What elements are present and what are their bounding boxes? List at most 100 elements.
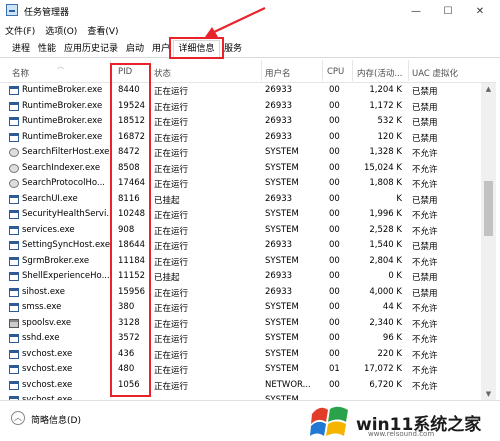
cell-uac: 不允许 <box>412 366 438 376</box>
cell-name: SearchIndexer.exe <box>22 162 101 173</box>
table-row[interactable]: RuntimeBroker.exe 16872 正在运行 26933 00 120 K 已禁… <box>0 130 496 146</box>
window-process-icon <box>9 225 19 235</box>
menu-bar: 文件(F) 选项(O) 查看(V) <box>0 22 500 39</box>
cell-memory: 220 K <box>377 348 403 359</box>
cell-memory: 2,340 K <box>369 317 402 328</box>
table-row[interactable]: SearchIndexer.exe 8508 正在运行 SYSTEM 00 15,024 … <box>0 161 496 177</box>
cell-status: 正在运行 <box>154 288 189 299</box>
cell-username: SYSTEM <box>265 178 299 188</box>
cell-username: NETWOR... <box>265 379 311 390</box>
cell-cpu: 00 <box>329 131 340 142</box>
tab-startup[interactable]: 启动 <box>123 41 147 57</box>
cell-cpu: 00 <box>329 271 340 281</box>
cell-name: ShellExperienceHo... <box>22 271 110 281</box>
window-process-icon <box>9 272 19 281</box>
vertical-scrollbar[interactable]: ▲ ▼ <box>481 83 496 400</box>
tab-performance[interactable]: 性能 <box>35 41 59 57</box>
collapse-icon[interactable]: ︿ <box>11 411 25 425</box>
cell-name: sshd.exe <box>22 333 60 343</box>
table-row[interactable]: svchost.exe 480 正在运行 SYSTEM 01 17,072 K 不允许 <box>0 362 496 378</box>
table-row[interactable]: SearchUI.exe 8116 已挂起 26933 00 K 已禁用 <box>0 192 496 208</box>
menu-options[interactable]: 选项(O) <box>40 24 82 37</box>
tab-bar: 进程 性能 应用历史记录 启动 用户 详细信息 服务 <box>0 39 500 58</box>
column-header-username[interactable]: 用户名 <box>265 67 291 79</box>
column-divider[interactable] <box>408 60 409 81</box>
column-header-status[interactable]: 状态 <box>154 67 171 79</box>
menu-file[interactable]: 文件(F) <box>0 24 40 37</box>
close-icon[interactable]: ✕ <box>464 0 496 22</box>
cell-username: 26933 <box>265 286 293 297</box>
cell-memory: 1,996 K <box>369 209 402 219</box>
column-header-uac[interactable]: UAC 虚拟化 <box>412 67 458 79</box>
minimize-icon[interactable]: — <box>400 0 432 22</box>
table-row[interactable]: spoolsv.exe 3128 正在运行 SYSTEM 00 2,340 K 不允许 <box>0 316 496 332</box>
cell-name: SettingSyncHost.exe <box>22 240 110 250</box>
table-row[interactable]: sihost.exe 15956 正在运行 26933 00 4,000 K 已禁用 <box>0 285 496 301</box>
cell-cpu: 00 <box>329 348 340 359</box>
table-row[interactable]: RuntimeBroker.exe 19524 正在运行 26933 00 1,172 K… <box>0 99 496 115</box>
scroll-up-icon[interactable]: ▲ <box>481 83 496 95</box>
cell-username: 26933 <box>265 85 293 95</box>
cell-uac: 已禁用 <box>412 288 438 299</box>
window-title: 任务管理器 <box>24 8 70 18</box>
cell-uac: 不允许 <box>412 350 438 361</box>
cell-status: 正在运行 <box>154 180 189 190</box>
column-divider[interactable] <box>352 60 353 81</box>
window-process-icon <box>9 365 19 374</box>
cell-memory: 1,808 K <box>369 178 402 188</box>
column-header-name[interactable]: 名称 <box>12 67 29 79</box>
cell-cpu: 00 <box>329 333 340 343</box>
cell-status: 正在运行 <box>154 335 189 345</box>
maximize-icon[interactable]: ☐ <box>432 0 464 22</box>
cell-memory: 1,540 K <box>369 240 402 250</box>
cell-uac: 已禁用 <box>412 118 438 128</box>
cell-username: 26933 <box>265 271 293 281</box>
cell-memory: 1,204 K <box>369 85 402 95</box>
table-row[interactable]: sshd.exe 3572 正在运行 SYSTEM 00 96 K 不允许 <box>0 331 496 347</box>
tab-services[interactable]: 服务 <box>222 41 244 57</box>
column-header-cpu[interactable]: CPU <box>327 67 344 77</box>
table-row[interactable]: svchost.exe 1056 正在运行 NETWOR... 00 6,720 K 不允许 <box>0 378 496 394</box>
table-row[interactable]: ShellExperienceHo... 11152 已挂起 26933 00 0 K 已禁… <box>0 269 496 285</box>
cell-username: SYSTEM <box>265 348 299 359</box>
menu-view[interactable]: 查看(V) <box>82 24 123 37</box>
table-row[interactable]: SearchProtocolHo... 17464 正在运行 SYSTEM 00 1,80… <box>0 176 496 192</box>
cell-uac: 已禁用 <box>412 102 438 113</box>
cell-memory: 532 K <box>377 116 403 126</box>
gear-process-icon <box>9 179 19 188</box>
column-header-memory[interactable]: 内存(活动... <box>357 67 402 79</box>
cell-uac: 不允许 <box>412 335 438 345</box>
table-row[interactable]: SearchFilterHost.exe 8472 正在运行 SYSTEM 00 1,32… <box>0 145 496 161</box>
table-row[interactable]: svchost.exe 436 正在运行 SYSTEM 00 220 K 不允许 <box>0 347 496 363</box>
cell-cpu: 00 <box>329 240 340 250</box>
cell-name: RuntimeBroker.exe <box>22 85 103 95</box>
table-row[interactable]: services.exe 908 正在运行 SYSTEM 00 2,528 K 不允许 <box>0 223 496 239</box>
cell-uac: 已禁用 <box>412 273 438 283</box>
column-divider[interactable] <box>322 60 323 81</box>
window-process-icon <box>9 287 19 297</box>
cell-name: RuntimeBroker.exe <box>22 131 103 142</box>
tab-app-history[interactable]: 应用历史记录 <box>62 41 120 57</box>
table-row[interactable]: RuntimeBroker.exe 8440 正在运行 26933 00 1,204 K已… <box>0 83 496 99</box>
cell-name: svchost.exe <box>22 348 73 359</box>
fewer-details-link[interactable]: 简略信息(D) <box>31 413 81 426</box>
table-row[interactable]: SecurityHealthServi... 10248 正在运行 SYSTEM 00 1… <box>0 207 496 223</box>
cell-name: RuntimeBroker.exe <box>22 100 103 111</box>
cell-username: 26933 <box>265 193 293 204</box>
scrollbar-thumb[interactable] <box>484 181 493 236</box>
table-row[interactable]: RuntimeBroker.exe 18512 正在运行 26933 00 532 K 已禁… <box>0 114 496 130</box>
cell-username: SYSTEM <box>265 162 299 173</box>
column-divider[interactable] <box>261 60 262 81</box>
cell-status: 正在运行 <box>154 366 189 376</box>
cell-status: 已挂起 <box>154 195 180 206</box>
cell-status: 正在运行 <box>154 381 189 392</box>
table-row[interactable]: SettingSyncHost.exe 18644 正在运行 26933 00 1,540… <box>0 238 496 254</box>
table-row[interactable]: smss.exe 380 正在运行 SYSTEM 00 44 K 不允许 <box>0 300 496 316</box>
table-row[interactable]: SgrmBroker.exe 11184 正在运行 SYSTEM 00 2,804 K 不允… <box>0 254 496 270</box>
tab-processes[interactable]: 进程 <box>9 41 33 57</box>
cell-status: 正在运行 <box>154 304 189 314</box>
cell-name: SearchProtocolHo... <box>22 178 106 188</box>
cell-cpu: 01 <box>329 364 340 374</box>
title-bar: 任务管理器 — ☐ ✕ <box>0 0 500 22</box>
window-process-icon <box>9 194 19 204</box>
